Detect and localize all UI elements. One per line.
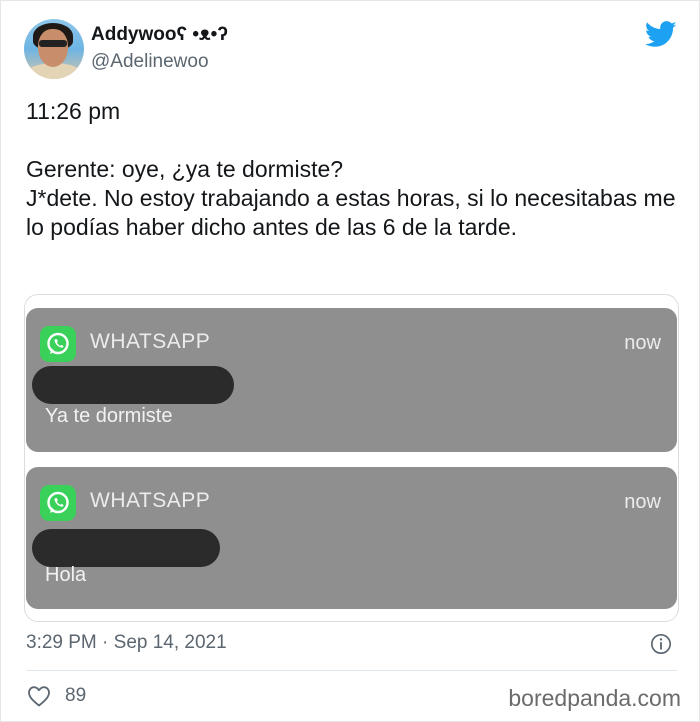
whatsapp-icon (40, 485, 76, 521)
author-display-name[interactable]: Addywooʕ •ᴥ•ʔ (91, 24, 228, 46)
tweet-text: 11:26 pm Gerente: oye, ¿ya te dormiste? … (26, 97, 681, 242)
tweet-time-line: 11:26 pm (26, 98, 121, 124)
whatsapp-icon (40, 326, 76, 362)
tweet-card: Addywooʕ •ᴥ•ʔ @Adelinewoo 11:26 pm Geren… (0, 0, 700, 722)
tweet-media-image[interactable]: WHATSAPP now Ya te dormiste WHATSAPP now… (24, 294, 679, 622)
notification-message: Hola (45, 564, 87, 586)
tweet-line-manager: Gerente: oye, ¿ya te dormiste? (26, 156, 344, 182)
notification-card: WHATSAPP now Ya te dormiste (26, 308, 677, 452)
watermark: boredpanda.com (508, 685, 681, 711)
redacted-sender (32, 529, 220, 567)
tweet-timestamp[interactable]: 3:29 PM · Sep 14, 2021 (26, 632, 227, 654)
twitter-bird-icon[interactable] (645, 21, 677, 48)
tweet-line-reply: J*dete. No estoy trabajando a estas hora… (26, 185, 676, 240)
info-icon[interactable] (650, 633, 672, 655)
divider (26, 670, 677, 671)
notification-card: WHATSAPP now Hola (26, 467, 677, 609)
notification-time: now (624, 491, 661, 513)
like-count[interactable]: 89 (65, 685, 86, 707)
notification-message: Ya te dormiste (45, 405, 173, 427)
author-handle[interactable]: @Adelinewoo (91, 51, 209, 73)
notification-app-name: WHATSAPP (90, 489, 211, 512)
notification-app-name: WHATSAPP (90, 330, 211, 353)
notification-time: now (624, 332, 661, 354)
redacted-sender (32, 366, 234, 404)
avatar[interactable] (24, 19, 84, 79)
heart-icon[interactable] (27, 685, 51, 707)
